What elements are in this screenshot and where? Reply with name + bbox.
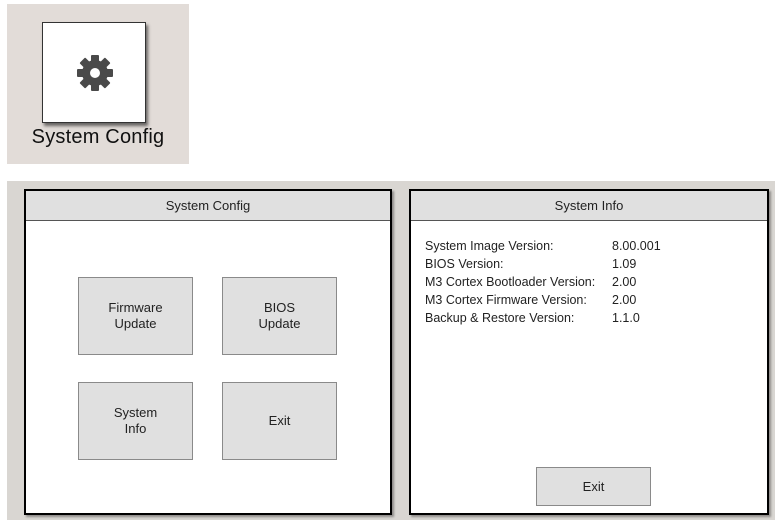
- bios-update-button[interactable]: BIOS Update: [222, 277, 337, 355]
- button-label-line: Update: [114, 316, 157, 331]
- info-value: 2.00: [612, 275, 637, 289]
- info-row: M3 Cortex Bootloader Version: 2.00: [425, 273, 661, 291]
- info-value: 1.09: [612, 257, 637, 271]
- system-config-window: System Config Firmware Update BIOS Updat…: [24, 189, 392, 515]
- info-value: 8.00.001: [612, 239, 661, 253]
- info-row: Backup & Restore Version: 1.1.0: [425, 309, 661, 327]
- exit-button[interactable]: Exit: [222, 382, 337, 460]
- window-title: System Info: [411, 191, 767, 221]
- info-label: Backup & Restore Version:: [425, 311, 575, 325]
- info-value: 2.00: [612, 293, 637, 307]
- button-label-line: Info: [124, 421, 147, 436]
- system-config-icon-button[interactable]: [42, 22, 146, 123]
- button-label-line: Exit: [268, 413, 291, 428]
- info-label: System Image Version:: [425, 239, 554, 253]
- info-row: System Image Version: 8.00.001: [425, 237, 661, 255]
- system-config-app-tile[interactable]: System Config: [7, 4, 189, 164]
- app-tile-label: System Config: [31, 126, 165, 148]
- button-label-line: Update: [258, 316, 301, 331]
- system-info-exit-button[interactable]: Exit: [536, 467, 651, 506]
- firmware-update-button[interactable]: Firmware Update: [78, 277, 193, 355]
- info-label: BIOS Version:: [425, 257, 504, 271]
- button-label-line: BIOS: [263, 300, 296, 315]
- window-title: System Config: [26, 191, 390, 221]
- button-label: Exit: [582, 478, 605, 494]
- info-label: M3 Cortex Firmware Version:: [425, 293, 587, 307]
- button-label-line: Firmware: [108, 300, 163, 315]
- info-label: M3 Cortex Bootloader Version:: [425, 275, 596, 289]
- version-info-list: System Image Version: 8.00.001 BIOS Vers…: [425, 237, 661, 327]
- gear-icon: [77, 55, 113, 91]
- info-value: 1.1.0: [612, 311, 640, 325]
- info-row: BIOS Version: 1.09: [425, 255, 661, 273]
- button-label-line: System: [113, 405, 158, 420]
- info-row: M3 Cortex Firmware Version: 2.00: [425, 291, 661, 309]
- system-info-window: System Info System Image Version: 8.00.0…: [409, 189, 769, 515]
- system-info-button[interactable]: System Info: [78, 382, 193, 460]
